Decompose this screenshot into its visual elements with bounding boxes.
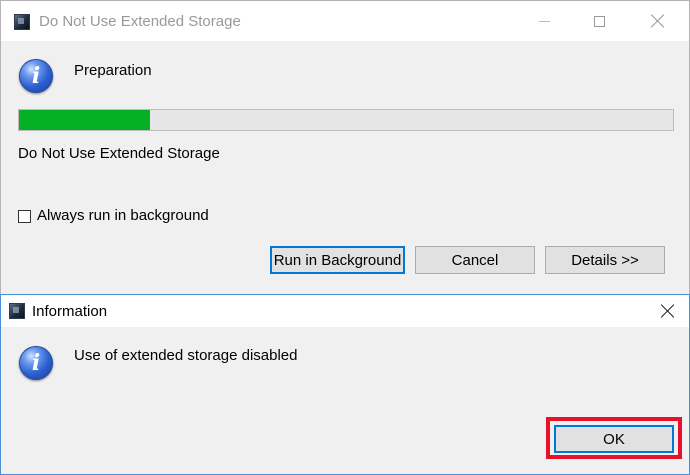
progress-dialog: Do Not Use Extended Storage i Preparatio… [0, 0, 690, 296]
progress-dialog-titlebar[interactable]: Do Not Use Extended Storage [1, 1, 689, 41]
task-label: Preparation [74, 62, 152, 79]
minimize-button[interactable] [521, 1, 567, 41]
maximize-button[interactable] [576, 1, 622, 41]
maximize-icon [593, 15, 605, 27]
info-icon: i [19, 346, 53, 380]
status-label: Do Not Use Extended Storage [18, 145, 220, 162]
close-icon [651, 14, 665, 28]
information-dialog: Information i Use of extended storage di… [0, 294, 690, 475]
progress-dialog-title: Do Not Use Extended Storage [39, 13, 241, 30]
information-message: Use of extended storage disabled [74, 347, 298, 364]
progress-bar-fill [19, 110, 150, 130]
cancel-button[interactable]: Cancel [415, 246, 535, 274]
checkbox-label[interactable]: Always run in background [37, 207, 209, 224]
info-icon: i [19, 59, 53, 93]
close-button[interactable] [645, 291, 690, 331]
app-icon [9, 303, 25, 319]
progress-bar [18, 109, 674, 131]
close-button[interactable] [635, 1, 681, 41]
information-dialog-titlebar[interactable]: Information [1, 295, 689, 327]
run-in-background-button[interactable]: Run in Background [270, 246, 405, 274]
close-icon [661, 304, 675, 318]
details-button[interactable]: Details >> [545, 246, 665, 274]
app-icon [14, 14, 30, 30]
checkbox-box[interactable] [18, 209, 31, 223]
ok-button[interactable]: OK [554, 425, 674, 453]
information-dialog-title: Information [32, 303, 108, 320]
always-run-in-background-checkbox[interactable]: Always run in background [18, 207, 209, 224]
minimize-icon [538, 20, 550, 22]
